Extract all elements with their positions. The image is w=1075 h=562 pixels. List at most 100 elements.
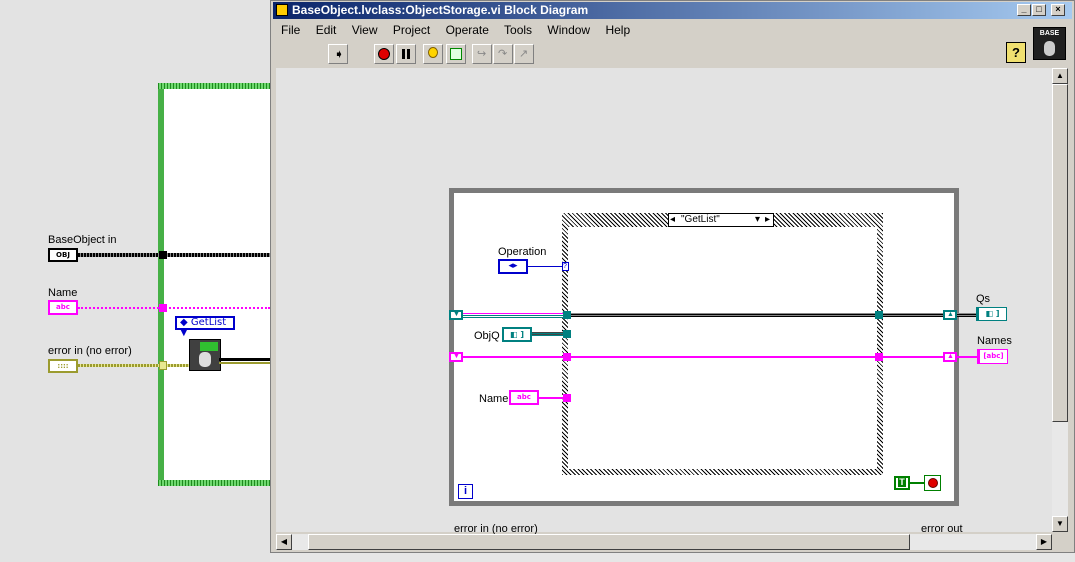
base-object-wire — [78, 253, 270, 257]
names-tunnel-out — [875, 353, 883, 361]
objq-control[interactable]: ◧ ] — [502, 327, 532, 342]
abc-text: abc — [56, 303, 70, 311]
menu-bar: File Edit View Project Operate Tools Win… — [281, 23, 642, 39]
retain-wire-values-button[interactable] — [446, 44, 466, 64]
pause-icon — [402, 49, 405, 59]
vi-icon[interactable]: BASE — [1033, 27, 1066, 60]
stop-terminal[interactable] — [924, 475, 941, 491]
base-object-in-terminal[interactable]: OBJ — [48, 248, 78, 262]
menu-help[interactable]: Help — [605, 23, 630, 37]
scroll-left-button[interactable]: ◀ — [276, 534, 292, 550]
name-tunnel — [563, 394, 571, 402]
lightbulb-icon — [428, 47, 438, 58]
vertical-scroll-thumb[interactable] — [1052, 84, 1068, 422]
operation-wire — [528, 266, 564, 267]
step-out-button[interactable]: ↗ — [514, 44, 534, 64]
back-loop-hatch-bottom — [158, 480, 270, 486]
diagram-canvas[interactable]: ◂ "GetList" ▾ ▸ Operation ◂▸ ? ▼ ▲ ObjQ … — [276, 68, 1052, 535]
step-into-icon: ↪ — [477, 48, 487, 60]
name-control[interactable]: abc — [509, 390, 539, 405]
run-arrow-icon: ➧ — [334, 47, 345, 61]
qs-wire-right — [883, 313, 943, 317]
name-tunnel — [159, 304, 167, 312]
shift-register-pink-up-icon: ▲ — [947, 353, 954, 360]
step-over-button[interactable]: ↷ — [493, 44, 513, 64]
menu-view[interactable]: View — [352, 23, 378, 37]
true-constant[interactable]: T — [894, 476, 910, 490]
case-selector-terminal: ? — [562, 262, 569, 271]
names-shift-register-right[interactable]: ▲ — [943, 352, 957, 362]
pause-button[interactable] — [396, 44, 416, 64]
scroll-down-button[interactable]: ▼ — [1052, 516, 1068, 532]
iteration-text: i — [463, 485, 468, 497]
horizontal-scroll-thumb[interactable] — [308, 534, 910, 550]
back-loop-hatch — [158, 83, 270, 89]
help-button[interactable]: ? — [1006, 42, 1026, 63]
obj-terminal-text: OBJ — [56, 251, 70, 259]
qs-shift-register-left[interactable]: ▼ — [449, 310, 463, 320]
qs-indicator[interactable]: ◧ ] — [976, 307, 1007, 321]
menu-tools[interactable]: Tools — [504, 23, 532, 37]
err-text: :::: — [57, 362, 69, 370]
names-out-wire — [957, 356, 977, 358]
enum-icon: ◂▸ — [508, 261, 518, 271]
case-dropdown-icon[interactable]: ▾ — [755, 214, 760, 226]
names-wire-left — [463, 356, 568, 358]
names-label: Names — [977, 335, 1012, 347]
maximize-button[interactable]: □ — [1032, 4, 1046, 16]
qs-tunnel-out — [875, 311, 883, 319]
window-title: BaseObject.lvclass:ObjectStorage.vi Bloc… — [292, 3, 589, 17]
case-next-icon[interactable]: ▸ — [765, 214, 770, 226]
vertical-scrollbar[interactable]: ▲ ▼ — [1052, 68, 1068, 532]
minimize-button[interactable]: _ — [1017, 4, 1031, 16]
iteration-terminal[interactable]: i — [458, 484, 473, 499]
block-diagram-window: BaseObject.lvclass:ObjectStorage.vi Bloc… — [270, 0, 1075, 553]
step-into-button[interactable]: ↪ — [472, 44, 492, 64]
highlight-execution-button[interactable] — [423, 44, 443, 64]
name-wire — [78, 307, 270, 309]
error-in-terminal[interactable]: :::: — [48, 359, 78, 373]
scroll-up-button[interactable]: ▲ — [1052, 68, 1068, 84]
case-prev-icon[interactable]: ◂ — [670, 214, 675, 226]
menu-file[interactable]: File — [281, 23, 300, 37]
run-button[interactable]: ➧ — [328, 44, 348, 64]
objq-tunnel — [563, 330, 571, 338]
shift-register-icon: ▼ — [453, 311, 460, 318]
name-control-wire — [539, 397, 564, 399]
title-bar: BaseObject.lvclass:ObjectStorage.vi Bloc… — [273, 2, 1072, 19]
scroll-right-button[interactable]: ▶ — [1036, 534, 1052, 550]
operation-label: Operation — [498, 246, 547, 258]
case-selector[interactable]: ◂ "GetList" ▾ ▸ — [668, 213, 774, 227]
error-tunnel — [159, 361, 167, 370]
menu-edit[interactable]: Edit — [316, 23, 337, 37]
names-shift-register-left[interactable]: ▼ — [449, 352, 463, 362]
qs-shift-register-right[interactable]: ▲ — [943, 310, 957, 320]
objq-label: ObjQ — [474, 330, 500, 342]
subvi-arrow-icon — [200, 342, 218, 351]
abort-button[interactable] — [374, 44, 394, 64]
subvi-icon[interactable] — [189, 339, 221, 371]
close-button[interactable]: × — [1051, 4, 1065, 16]
names-indicator-icon: [abc] — [983, 352, 1004, 360]
menu-window[interactable]: Window — [547, 23, 590, 37]
name-terminal[interactable]: abc — [48, 300, 78, 315]
base-object-in-label: BaseObject in — [48, 234, 117, 246]
case-selector-label: "GetList" — [681, 214, 720, 225]
names-indicator[interactable]: [abc] — [977, 349, 1008, 364]
database-icon — [1044, 41, 1055, 56]
back-case-selector[interactable]: ◆ GetList ▼ — [175, 316, 235, 338]
qs-tunnel-in — [563, 311, 571, 319]
shift-register-pink-icon: ▼ — [453, 353, 460, 360]
operation-control[interactable]: ◂▸ — [498, 259, 528, 274]
back-case-text: GetList — [190, 317, 227, 328]
probe-icon — [450, 48, 462, 60]
back-while-loop[interactable] — [158, 83, 270, 486]
step-over-icon: ↷ — [498, 48, 508, 60]
menu-project[interactable]: Project — [393, 23, 430, 37]
qs-out-wire — [957, 313, 977, 317]
menu-operate[interactable]: Operate — [446, 23, 489, 37]
back-wire-out — [219, 358, 270, 361]
qs-wire-left — [463, 313, 568, 318]
horizontal-scrollbar[interactable]: ◀ ▶ — [276, 534, 1052, 550]
stop-icon — [928, 478, 938, 488]
